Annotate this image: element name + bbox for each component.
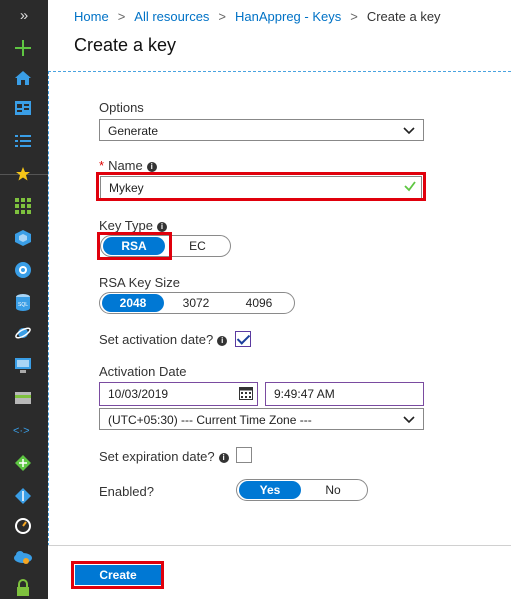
load-balancers-icon[interactable] — [12, 387, 34, 409]
all-services-icon[interactable] — [12, 130, 34, 152]
breadcrumb-all-resources-link[interactable]: All resources — [134, 9, 209, 24]
left-nav: » SQL <·> — [0, 0, 48, 599]
activation-time-input[interactable]: 9:49:47 AM — [265, 382, 424, 406]
sql-databases-icon[interactable]: SQL — [12, 291, 34, 313]
options-label: Options — [99, 100, 144, 115]
cosmos-db-icon[interactable] — [12, 322, 34, 344]
set-expiration-label: Set expiration date? i — [99, 449, 229, 464]
rsa-key-size-toggle[interactable]: 2048 3072 4096 — [99, 292, 295, 314]
create-resource-icon[interactable] — [12, 37, 34, 59]
options-selected-value: Generate — [108, 124, 159, 138]
enabled-toggle[interactable]: Yes No — [236, 479, 368, 501]
breadcrumb-separator: > — [117, 9, 126, 24]
breadcrumb-separator: > — [350, 9, 358, 24]
set-expiration-checkbox[interactable] — [236, 447, 252, 463]
breadcrumb-separator: > — [218, 9, 227, 24]
activation-date-value: 10/03/2019 — [108, 387, 169, 401]
info-icon[interactable]: i — [146, 161, 157, 172]
chevron-down-icon — [403, 120, 415, 142]
chevron-down-icon — [403, 409, 415, 431]
footer-divider — [48, 545, 511, 546]
breadcrumb-current: Create a key — [366, 9, 441, 24]
rsa-key-size-label: RSA Key Size — [99, 275, 180, 290]
name-label: * Name i — [99, 158, 157, 173]
rsa-highlight-box — [97, 232, 172, 260]
page-title: Create a key — [74, 35, 177, 55]
enabled-option-yes[interactable]: Yes — [239, 481, 301, 499]
app-services-icon[interactable] — [12, 259, 34, 281]
activation-time-value: 9:49:47 AM — [274, 387, 335, 401]
info-icon[interactable]: i — [217, 335, 228, 346]
enabled-label: Enabled? — [99, 484, 154, 499]
set-activation-checkbox[interactable] — [235, 331, 251, 347]
required-asterisk: * — [99, 158, 105, 173]
breadcrumb-keys-link[interactable]: HanAppreg - Keys — [235, 9, 341, 24]
calendar-icon[interactable] — [239, 385, 253, 407]
activation-date-label: Activation Date — [99, 364, 187, 379]
enabled-option-no[interactable]: No — [301, 481, 365, 499]
svg-text:SQL: SQL — [18, 302, 28, 308]
breadcrumb: Home > All resources > HanAppreg - Keys > Crea… — [74, 9, 441, 24]
key-type-option-ec[interactable]: EC — [165, 237, 230, 255]
svg-text:<·>: <·> — [13, 425, 30, 436]
info-icon[interactable]: i — [156, 221, 167, 232]
key-size-option-4096[interactable]: 4096 — [228, 294, 290, 312]
create-highlight-box — [71, 561, 164, 589]
deployments-icon[interactable] — [12, 485, 34, 507]
key-vault-lock-icon[interactable] — [12, 577, 34, 599]
name-highlight-box — [96, 172, 426, 201]
virtual-networks-icon[interactable]: <·> — [12, 419, 34, 441]
blade-top-border — [48, 71, 511, 72]
info-icon[interactable]: i — [218, 452, 229, 463]
virtual-machines-icon[interactable] — [12, 354, 34, 376]
resource-groups-icon[interactable] — [12, 227, 34, 249]
options-dropdown[interactable]: Generate — [99, 119, 424, 141]
monitor-gauge-icon[interactable] — [12, 515, 34, 537]
breadcrumb-home-link[interactable]: Home — [74, 9, 109, 24]
cloud-services-icon[interactable] — [12, 546, 34, 568]
blade-left-border — [48, 71, 49, 546]
key-size-option-2048[interactable]: 2048 — [102, 294, 164, 312]
key-type-label: Key Type i — [99, 218, 167, 233]
connections-icon[interactable] — [12, 452, 34, 474]
activation-date-input[interactable]: 10/03/2019 — [99, 382, 258, 406]
timezone-dropdown[interactable]: (UTC+05:30) --- Current Time Zone --- — [99, 408, 424, 430]
home-icon[interactable] — [12, 67, 34, 89]
dashboard-icon[interactable] — [12, 97, 34, 119]
timezone-selected-value: (UTC+05:30) --- Current Time Zone --- — [108, 413, 312, 427]
expand-menu-icon[interactable]: » — [0, 0, 48, 32]
favorites-star-icon[interactable] — [12, 163, 34, 185]
set-activation-label: Set activation date? i — [99, 332, 228, 347]
key-size-option-3072[interactable]: 3072 — [164, 294, 228, 312]
all-resources-icon[interactable] — [12, 195, 34, 217]
